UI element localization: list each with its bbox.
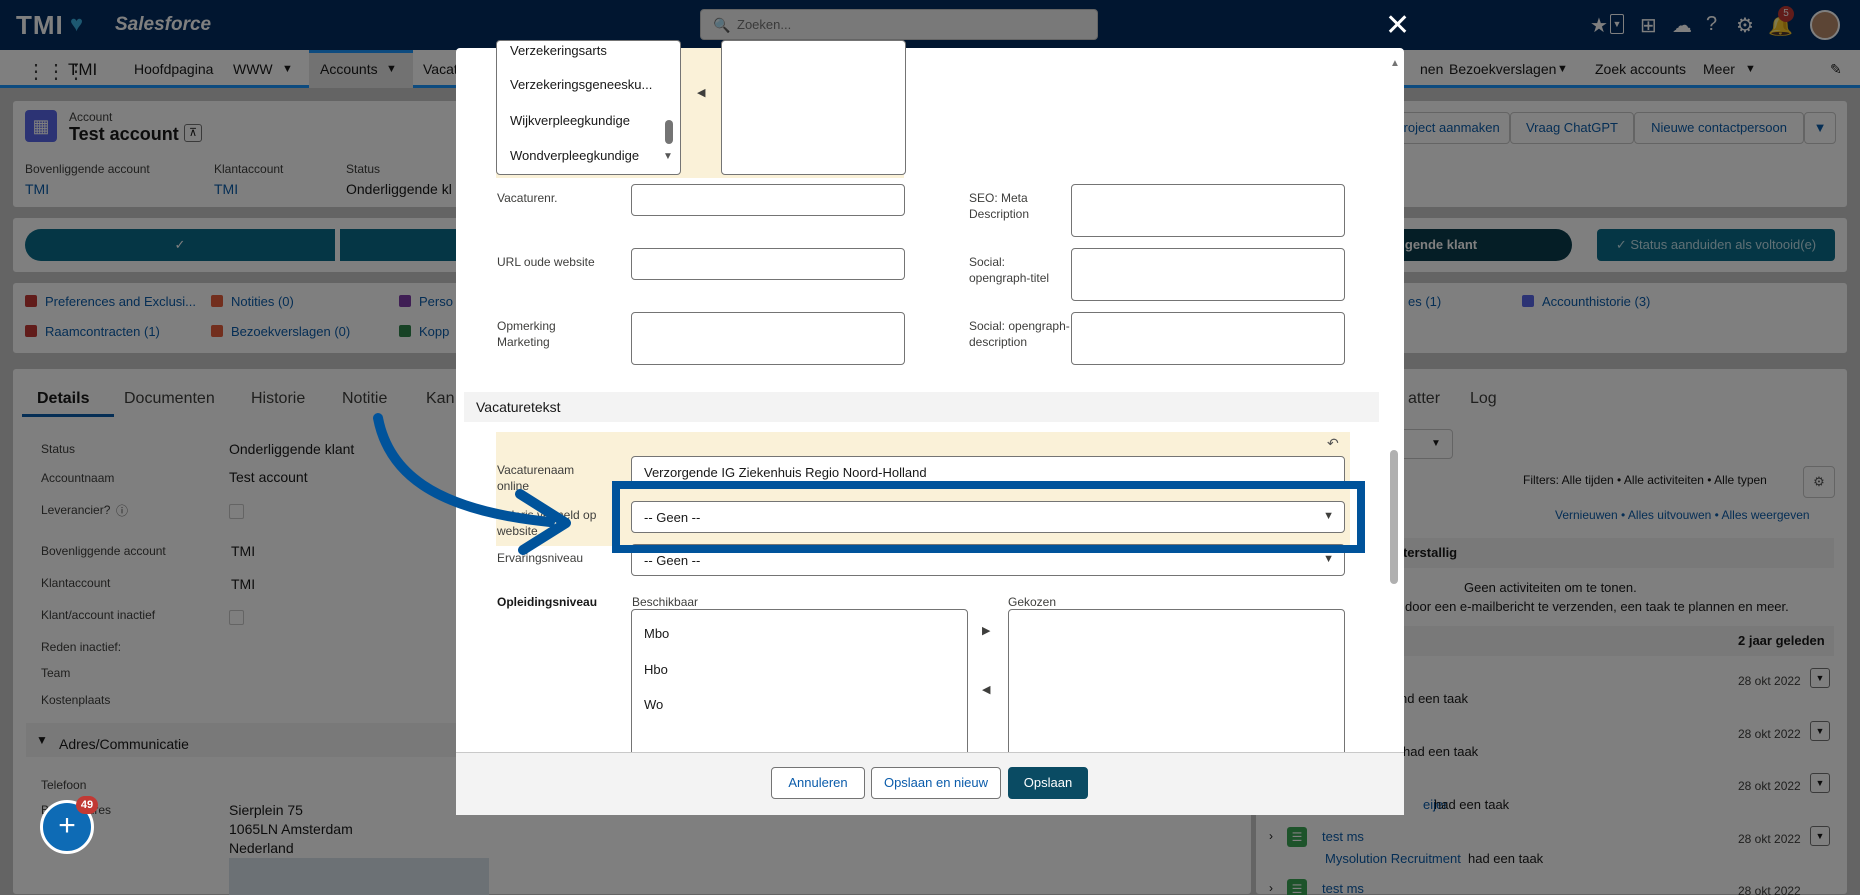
field-label: Vacaturenaam online	[497, 463, 575, 493]
specialism-chosen-listbox[interactable]	[721, 40, 906, 175]
listbox-option[interactable]: Wondverpleegkundige	[510, 148, 639, 163]
listbox-option[interactable]: Verzekeringsarts	[510, 43, 607, 58]
field-label: Vacaturenr.	[497, 191, 558, 205]
ervaring-select-value: -- Geen --	[644, 553, 701, 568]
ervaringsniveau-select[interactable]: -- Geen -- ▼	[631, 544, 1345, 576]
og-description-textarea[interactable]	[1071, 312, 1345, 365]
listbox-option[interactable]: Wo	[644, 697, 663, 712]
fab-badge: 49	[76, 796, 98, 814]
field-label: Social: opengraph-description	[969, 319, 1070, 349]
listbox-option[interactable]: Wijkverpleegkundige	[510, 113, 630, 128]
chevron-down-icon: ▼	[1323, 510, 1334, 522]
move-left-arrow-icon[interactable]: ◀	[697, 86, 705, 99]
move-right-arrow-icon[interactable]: ▶	[982, 624, 990, 637]
field-label: Ervaringsniveau	[497, 551, 584, 565]
opleiding-chosen-listbox[interactable]	[1008, 609, 1345, 757]
opleiding-available-listbox[interactable]	[631, 609, 968, 757]
modal-scrollbar[interactable]	[1390, 450, 1398, 584]
og-title-textarea[interactable]	[1071, 248, 1345, 301]
field-label: Social: opengraph-titel	[969, 255, 1050, 285]
field-label: Opmerking Marketing	[497, 319, 556, 349]
seo-meta-description-textarea[interactable]	[1071, 184, 1345, 237]
chevron-down-icon: ▼	[1323, 553, 1334, 565]
undo-icon[interactable]: ↶	[1327, 435, 1339, 452]
plus-icon: +	[58, 809, 76, 842]
save-and-new-button[interactable]: Opslaan en nieuw	[871, 767, 1001, 799]
listbox-scrollbar[interactable]	[665, 120, 673, 144]
listbox-label: Beschikbaar	[632, 595, 699, 609]
section-vacaturetekst[interactable]: Vacaturetekst	[464, 392, 1379, 422]
field-label: Opleidingsniveau	[497, 595, 598, 609]
scroll-down-icon[interactable]: ▼	[663, 151, 673, 162]
url-oude-website-input[interactable]	[631, 248, 905, 280]
listbox-label: Gekozen	[1008, 595, 1057, 609]
save-button[interactable]: Opslaan	[1008, 767, 1088, 799]
opmerking-marketing-textarea[interactable]	[631, 312, 905, 365]
move-left-arrow-icon[interactable]: ◀	[982, 683, 990, 696]
cancel-button[interactable]: Annuleren	[771, 767, 865, 799]
vacaturenaam-input[interactable]: Verzorgende IG Ziekenhuis Regio Noord-Ho…	[631, 456, 1345, 488]
listbox-option[interactable]: Verzekeringsgeneesku...	[510, 77, 652, 92]
field-label: URL oude website	[497, 255, 595, 269]
listbox-option[interactable]: Hbo	[644, 662, 668, 677]
vacaturenr-input[interactable]	[631, 184, 905, 216]
salaris-select-value: -- Geen --	[644, 510, 701, 525]
field-label: SEO: Meta Description	[969, 191, 1030, 221]
field-label: Salaris vermeld op website	[497, 508, 597, 538]
close-modal-icon[interactable]: ✕	[1385, 8, 1410, 43]
listbox-option[interactable]: Mbo	[644, 626, 669, 641]
scroll-up-icon[interactable]: ▲	[1390, 58, 1400, 69]
salaris-vermeld-select[interactable]: -- Geen -- ▼	[631, 501, 1345, 533]
